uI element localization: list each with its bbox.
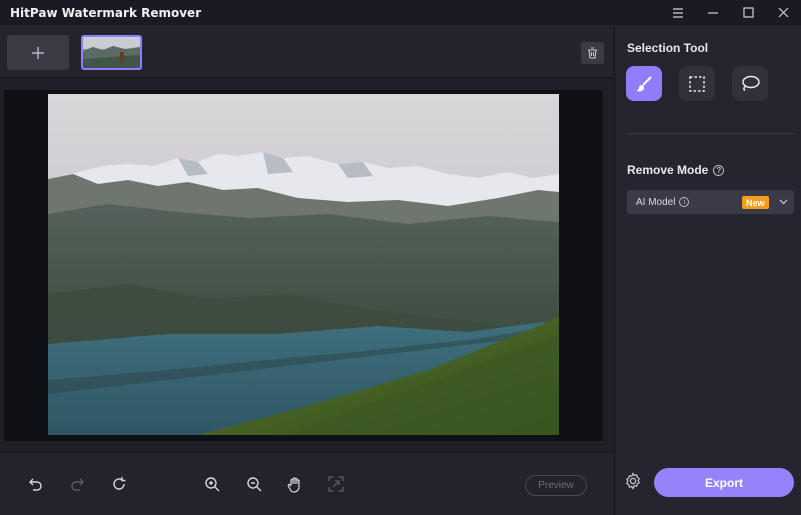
rectangle-tool-button[interactable] — [679, 66, 715, 101]
fit-screen-icon[interactable] — [325, 473, 347, 495]
workspace: Preview — [0, 25, 613, 515]
selection-tool-title: Selection Tool — [627, 41, 709, 55]
landscape-photo — [48, 94, 559, 435]
delete-button[interactable] — [581, 42, 604, 64]
right-panel: Selection Tool Remove Mode? AI Model i N… — [614, 25, 801, 515]
settings-gear-icon[interactable] — [624, 472, 642, 490]
reset-icon[interactable] — [108, 473, 130, 495]
help-icon[interactable]: ? — [713, 165, 725, 176]
rectangle-select-icon — [689, 75, 705, 92]
app-title: HitPaw Watermark Remover — [10, 5, 202, 20]
title-bar: HitPaw Watermark Remover — [0, 0, 801, 25]
info-icon[interactable]: i — [679, 197, 690, 207]
zoom-out-icon[interactable] — [243, 473, 265, 495]
undo-icon[interactable] — [25, 473, 47, 495]
maximize-icon[interactable] — [733, 0, 763, 25]
lasso-tool-button[interactable] — [732, 66, 768, 101]
remove-mode-dropdown[interactable]: AI Model i New — [627, 190, 794, 214]
export-button[interactable]: Export — [654, 468, 794, 497]
preview-button[interactable]: Preview — [525, 475, 587, 496]
plus-icon — [32, 46, 44, 59]
brush-tool-button[interactable] — [626, 66, 662, 101]
zoom-in-icon[interactable] — [201, 473, 223, 495]
menu-icon[interactable] — [663, 0, 693, 25]
image-canvas[interactable] — [4, 90, 603, 441]
brush-icon — [636, 75, 652, 92]
hand-icon[interactable] — [284, 473, 306, 495]
minimize-icon[interactable] — [698, 0, 728, 25]
close-icon[interactable] — [768, 0, 798, 25]
bottom-toolbar: Preview — [0, 452, 613, 515]
editing-image[interactable] — [48, 94, 559, 435]
remove-mode-label: Remove Mode — [627, 163, 709, 177]
new-badge: New — [742, 196, 769, 209]
chevron-down-icon — [779, 199, 788, 205]
thumbnail-image — [83, 37, 140, 68]
image-thumbnail[interactable] — [81, 35, 142, 70]
remove-mode-title: Remove Mode? — [627, 163, 725, 177]
redo-icon[interactable] — [66, 473, 88, 495]
trash-icon — [588, 47, 597, 59]
thumbnail-bar — [0, 25, 613, 78]
lasso-icon — [742, 75, 760, 91]
add-image-button[interactable] — [7, 35, 69, 70]
remove-mode-value: AI Model — [636, 196, 676, 208]
panel-divider — [627, 133, 794, 134]
